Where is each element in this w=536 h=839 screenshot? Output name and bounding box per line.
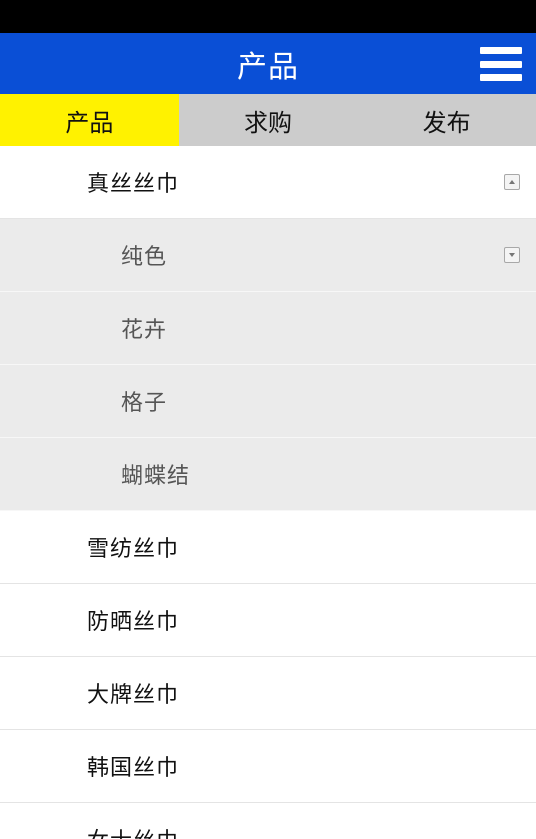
menu-bar xyxy=(480,47,522,54)
category-item-womens-scarf[interactable]: 女士丝巾 xyxy=(0,803,536,839)
subcategory-item-bow[interactable]: 蝴蝶结 xyxy=(0,438,536,511)
subcategory-label: 纯色 xyxy=(121,245,168,270)
tab-publish[interactable]: 发布 xyxy=(357,94,536,146)
category-label: 韩国丝巾 xyxy=(87,756,180,781)
menu-bar xyxy=(480,74,522,81)
app-header: 产品 xyxy=(0,33,536,94)
hamburger-menu-icon[interactable] xyxy=(480,47,522,81)
category-list: 真丝丝巾 纯色 花卉 格子 蝴蝶结 雪纺丝巾 防晒丝巾 大牌丝巾 韩国丝巾 女士… xyxy=(0,146,536,839)
category-item-sunscreen-scarf[interactable]: 防晒丝巾 xyxy=(0,584,536,657)
category-label: 防晒丝巾 xyxy=(87,610,180,635)
subcategory-item-solid[interactable]: 纯色 xyxy=(0,219,536,292)
subcategory-label: 蝴蝶结 xyxy=(121,464,191,489)
category-item-brand-scarf[interactable]: 大牌丝巾 xyxy=(0,657,536,730)
category-label: 大牌丝巾 xyxy=(87,683,180,708)
page-title: 产品 xyxy=(237,49,299,85)
collapse-arrow-icon[interactable] xyxy=(504,174,520,190)
status-bar xyxy=(0,0,536,33)
tab-bar: 产品 求购 发布 xyxy=(0,94,536,146)
subcategory-item-plaid[interactable]: 格子 xyxy=(0,365,536,438)
subcategory-label: 格子 xyxy=(121,391,168,416)
tab-purchase-requests[interactable]: 求购 xyxy=(179,94,358,146)
subcategory-item-floral[interactable]: 花卉 xyxy=(0,292,536,365)
category-label: 女士丝巾 xyxy=(87,823,179,839)
subcategory-label: 花卉 xyxy=(121,318,168,343)
menu-bar xyxy=(480,60,522,68)
category-item-chiffon-scarf[interactable]: 雪纺丝巾 xyxy=(0,511,536,584)
category-item-silk-scarf[interactable]: 真丝丝巾 xyxy=(0,146,536,219)
tab-products[interactable]: 产品 xyxy=(0,94,179,146)
category-item-korean-scarf[interactable]: 韩国丝巾 xyxy=(0,730,536,803)
app-screen: 产品 产品 求购 发布 真丝丝巾 纯色 花卉 格子 蝴蝶结 雪纺丝巾 防晒丝巾 … xyxy=(0,0,536,839)
category-label: 雪纺丝巾 xyxy=(87,537,180,562)
expand-arrow-icon[interactable] xyxy=(504,247,520,263)
category-label: 真丝丝巾 xyxy=(87,172,180,197)
